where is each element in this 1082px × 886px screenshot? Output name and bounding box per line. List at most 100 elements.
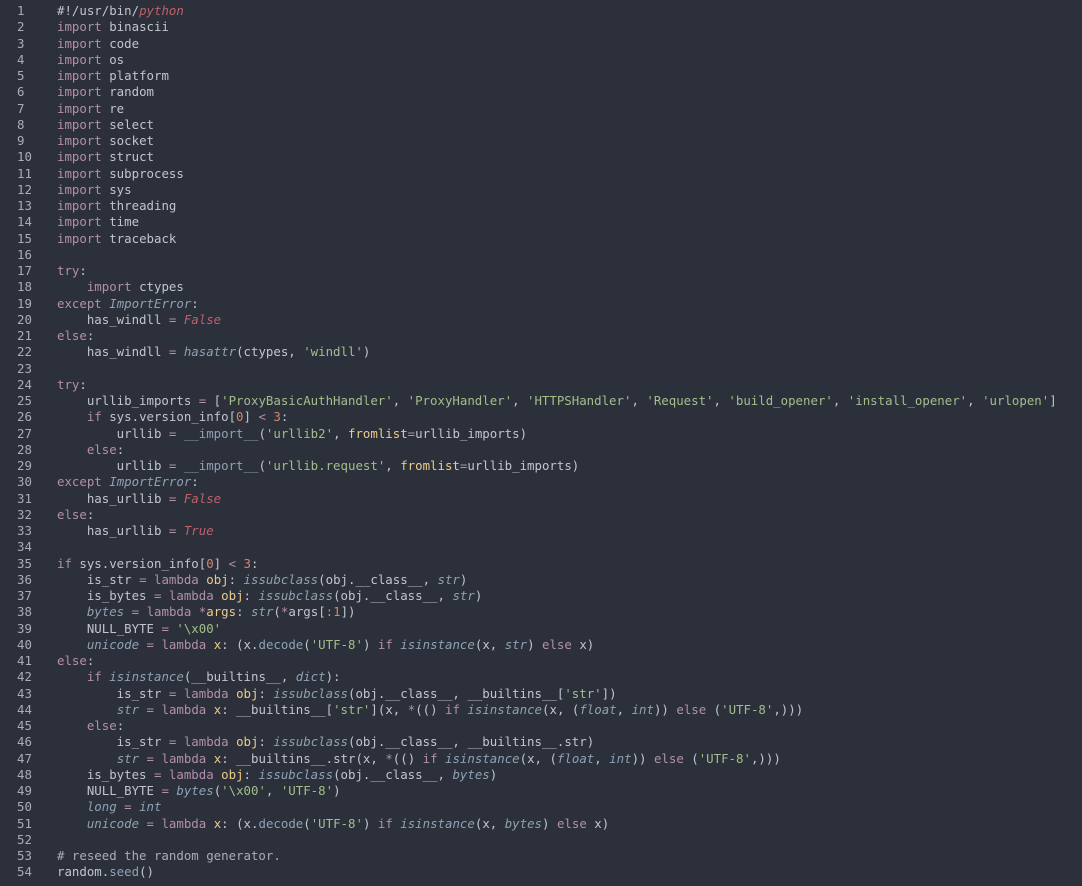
code-line[interactable]: 39 NULL_BYTE = '\x00' [0, 621, 1082, 637]
code-line[interactable]: 17 try: [0, 263, 1082, 279]
line-number: 12 [17, 181, 32, 197]
code-line[interactable]: 13 import threading [0, 198, 1082, 214]
code-line[interactable]: 51 unicode = lambda x: (x.decode('UTF-8'… [0, 816, 1082, 832]
code-token: : [258, 734, 274, 750]
code-line[interactable]: 53 # reseed the random generator. [0, 848, 1082, 864]
code-line[interactable]: 47 str = lambda x: __builtins__.str(x, *… [0, 751, 1082, 767]
code-line[interactable]: 34 [0, 539, 1082, 555]
code-token: import [57, 35, 102, 51]
code-line[interactable]: 11 import subprocess [0, 166, 1082, 182]
code-line[interactable]: 20 has_windll = False [0, 312, 1082, 328]
code-token: 'UTF-8' [310, 815, 363, 831]
code-line[interactable]: 50 long = int [0, 799, 1082, 815]
code-line[interactable]: 43 is_str = lambda obj: issubclass(obj._… [0, 686, 1082, 702]
code-line[interactable]: 16 [0, 247, 1082, 263]
code-text: import code [57, 36, 1082, 52]
code-editor[interactable]: 1 #!/usr/bin/python 2 import binascii 3 impor… [0, 0, 1082, 886]
line-number: 49 [17, 783, 32, 798]
code-line[interactable]: 36 is_str = lambda obj: issubclass(obj._… [0, 572, 1082, 588]
code-token: import [57, 165, 102, 181]
code-line[interactable]: 37 is_bytes = lambda obj: issubclass(obj… [0, 588, 1082, 604]
code-line[interactable]: 48 is_bytes = lambda obj: issubclass(obj… [0, 767, 1082, 783]
code-token: str [116, 750, 140, 766]
code-token: sys.version_info[ [101, 409, 237, 425]
code-line[interactable]: 4 import os [0, 52, 1082, 68]
code-text: else: [57, 442, 1082, 458]
code-line[interactable]: 15 import traceback [0, 231, 1082, 247]
code-line[interactable]: 14 import time [0, 214, 1082, 230]
code-line[interactable]: 27 urllib = __import__('urllib2', fromli… [0, 426, 1082, 442]
code-line[interactable]: 49 NULL_BYTE = bytes('\x00', 'UTF-8') [0, 783, 1082, 799]
code-token: : [86, 506, 95, 522]
code-token: : [280, 409, 289, 425]
code-line[interactable]: 33 has_urllib = True [0, 523, 1082, 539]
code-line[interactable]: 46 is_str = lambda obj: issubclass(obj._… [0, 734, 1082, 750]
code-text: import select [57, 117, 1082, 133]
code-text: unicode = lambda x: (x.decode('UTF-8') i… [57, 637, 1082, 653]
code-line[interactable]: 35 if sys.version_info[0] < 3: [0, 556, 1082, 572]
code-line[interactable]: 23 [0, 361, 1082, 377]
code-token: else [57, 328, 87, 343]
code-line[interactable]: 40 unicode = lambda x: (x.decode('UTF-8'… [0, 637, 1082, 653]
code-token: args [206, 604, 237, 620]
code-text: has_urllib = True [57, 523, 1082, 539]
code-line[interactable]: 30 except ImportError: [0, 474, 1082, 490]
code-line[interactable]: 18 import ctypes [0, 279, 1082, 295]
code-text: is_str = lambda obj: issubclass(obj.__cl… [57, 572, 1082, 588]
code-line[interactable]: 22 has_windll = hasattr(ctypes, 'windll'… [0, 344, 1082, 360]
code-line[interactable]: 38 bytes = lambda *args: str(*args[:1]) [0, 604, 1082, 620]
code-line[interactable]: 41 else: [0, 653, 1082, 669]
code-line[interactable]: 32 else: [0, 507, 1082, 523]
code-line[interactable]: 29 urllib = __import__('urllib.request',… [0, 458, 1082, 474]
code-line[interactable]: 24 try: [0, 377, 1082, 393]
code-line[interactable]: 19 except ImportError: [0, 296, 1082, 312]
code-token: * [385, 750, 393, 766]
code-line[interactable]: 54 random.seed() [0, 864, 1082, 880]
code-line[interactable]: 5 import platform [0, 68, 1082, 84]
code-line[interactable]: 8 import select [0, 117, 1082, 133]
code-token: : (x. [221, 815, 259, 831]
code-line[interactable]: 26 if sys.version_info[0] < 3: [0, 409, 1082, 425]
code-line[interactable]: 3 import code [0, 36, 1082, 52]
code-line[interactable]: 44 str = lambda x: __builtins__['str'](x… [0, 702, 1082, 718]
code-token: ) [362, 636, 378, 652]
line-number: 5 [17, 68, 25, 83]
code-line[interactable]: 28 else: [0, 442, 1082, 458]
code-token: (x, ( [519, 750, 557, 766]
code-line[interactable]: 31 has_urllib = False [0, 491, 1082, 507]
code-line[interactable]: 2 import binascii [0, 19, 1082, 35]
code-text: except ImportError: [57, 474, 1082, 490]
code-line[interactable]: 10 import struct [0, 149, 1082, 165]
code-line[interactable]: 45 else: [0, 718, 1082, 734]
line-number: 42 [17, 669, 32, 685]
line-number: 4 [17, 51, 25, 67]
code-text: import traceback [57, 231, 1082, 247]
code-line[interactable]: 52 [0, 832, 1082, 848]
code-token: bytes [452, 766, 490, 782]
code-token: lambda [168, 766, 214, 782]
code-line[interactable]: 7 import re [0, 101, 1082, 117]
code-line[interactable]: 1 #!/usr/bin/python [0, 3, 1082, 19]
code-token: unicode [86, 815, 140, 831]
code-line[interactable]: 9 import socket [0, 133, 1082, 149]
code-line[interactable]: 6 import random [0, 84, 1082, 100]
code-line[interactable]: 25 urllib_imports = ['ProxyBasicAuthHand… [0, 393, 1082, 409]
code-token: = [146, 701, 155, 717]
code-line[interactable]: 42 if isinstance(__builtins__, dict): [0, 669, 1082, 685]
code-token: : [251, 555, 259, 571]
code-token: try [57, 376, 80, 392]
code-line[interactable]: 12 import sys [0, 182, 1082, 198]
code-token: (obj.__class__, [333, 766, 453, 782]
code-text: has_windll = hasattr(ctypes, 'windll') [57, 344, 1082, 360]
code-line[interactable]: 21 else: [0, 328, 1082, 344]
